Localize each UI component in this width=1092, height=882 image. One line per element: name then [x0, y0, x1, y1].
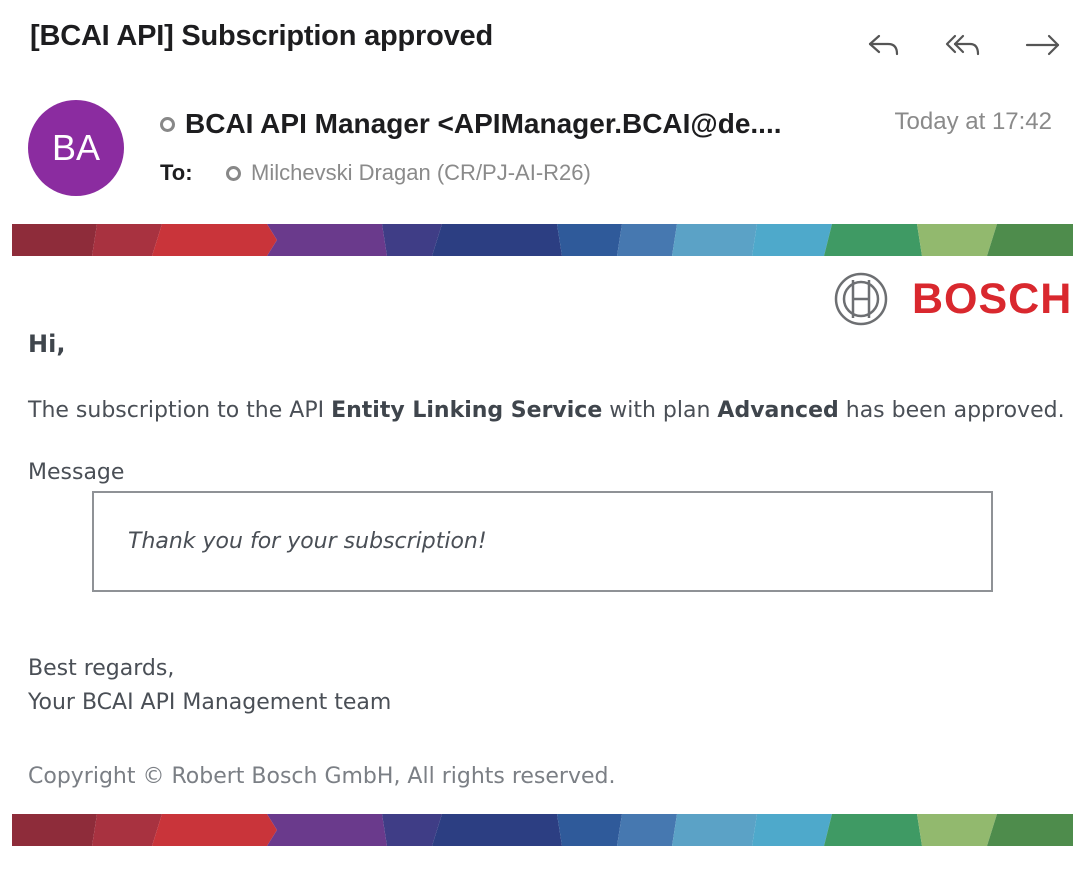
sender-avatar: BA: [28, 100, 124, 196]
approval-text: The subscription to the API Entity Linki…: [28, 398, 1065, 423]
forward-icon: [1025, 34, 1060, 56]
reply-all-icon: [945, 34, 980, 56]
message-box: Thank you for your subscription!: [92, 491, 993, 592]
sender-row: BCAI API Manager <APIManager.BCAI@de....: [160, 108, 782, 140]
message-label: Message: [28, 460, 125, 485]
forward-button[interactable]: [1014, 26, 1072, 64]
approval-text-suffix: has been approved.: [838, 398, 1065, 423]
recipient-name[interactable]: Milchevski Dragan (CR/PJ-AI-R26): [251, 160, 591, 186]
plan-name: Advanced: [717, 398, 839, 423]
closing-signature: Your BCAI API Management team: [28, 690, 392, 715]
sender-status-icon: [160, 116, 175, 132]
bosch-armature-icon: [834, 272, 888, 326]
approval-text-middle: with plan: [602, 398, 718, 423]
copyright-text: Copyright © Robert Bosch GmbH, All right…: [28, 764, 616, 789]
recipient-status-icon: [226, 165, 241, 181]
reply-icon: [868, 34, 899, 56]
bosch-color-band-top: [12, 224, 1073, 256]
reply-all-button[interactable]: [934, 26, 992, 64]
bosch-color-band-bottom: [12, 814, 1073, 846]
email-date: Today at 17:42: [894, 108, 1052, 135]
recipient-row: To: Milchevski Dragan (CR/PJ-AI-R26): [160, 160, 591, 186]
message-actions: [854, 26, 1072, 64]
api-name: Entity Linking Service: [331, 398, 603, 423]
to-label: To:: [160, 160, 193, 185]
reply-button[interactable]: [854, 26, 912, 64]
closing-regards: Best regards,: [28, 656, 175, 681]
sender-name[interactable]: BCAI API Manager <APIManager.BCAI@de....: [185, 108, 782, 140]
message-text: Thank you for your subscription!: [128, 529, 487, 554]
bosch-logo-text: BOSCH: [912, 274, 1073, 323]
approval-text-prefix: The subscription to the API: [28, 398, 332, 423]
greeting: Hi,: [28, 330, 66, 358]
email-subject: [BCAI API] Subscription approved: [30, 20, 493, 52]
bosch-logo: BOSCH: [834, 272, 1072, 326]
